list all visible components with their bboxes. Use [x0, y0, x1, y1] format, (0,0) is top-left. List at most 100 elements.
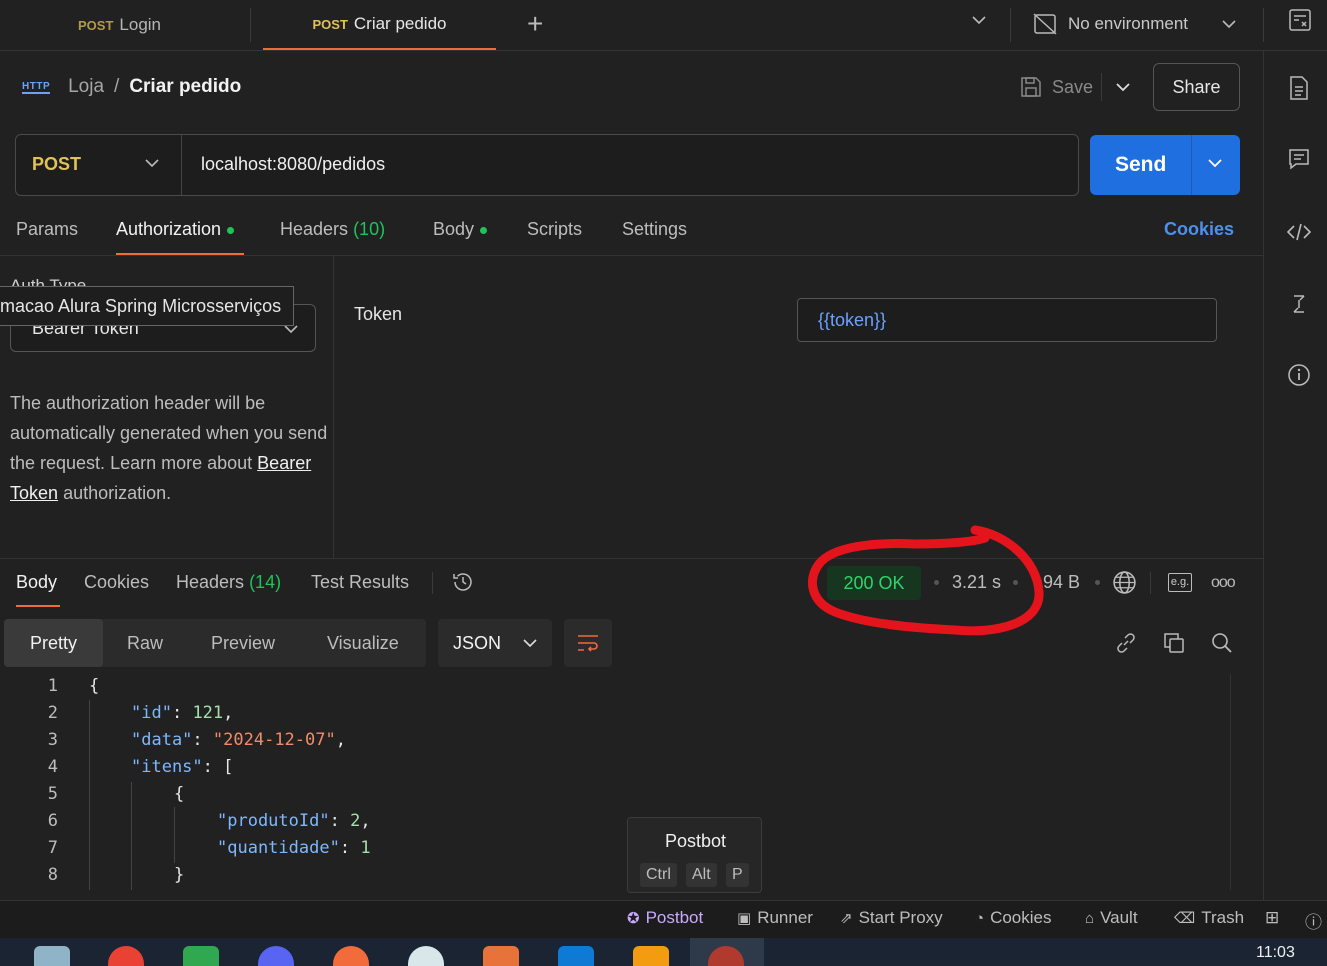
copy-link-icon[interactable]: [1114, 631, 1138, 660]
copy-icon[interactable]: [1162, 631, 1186, 660]
related-collections-icon[interactable]: [1286, 291, 1312, 317]
code-snippet-icon[interactable]: [1286, 219, 1312, 245]
network-globe-icon[interactable]: [1112, 570, 1137, 600]
line-number: 7: [47, 838, 58, 858]
share-button[interactable]: Share: [1153, 63, 1240, 111]
json-string: "2024-12-07": [212, 730, 336, 750]
tab-headers[interactable]: Headers (10): [280, 219, 385, 255]
code-line: "data": "2024-12-07",: [131, 730, 346, 750]
meta-separator: [934, 580, 939, 585]
env-divider: [1010, 8, 1011, 42]
search-icon[interactable]: [1210, 631, 1234, 660]
vscode-icon[interactable]: [558, 946, 594, 966]
tab-authorization[interactable]: Authorization: [116, 219, 244, 255]
statusbar-runner[interactable]: ▣ Runner: [737, 908, 813, 928]
cookies-link[interactable]: Cookies: [1164, 219, 1234, 255]
statusbar-start-proxy[interactable]: ⇗ Start Proxy: [840, 908, 943, 928]
method-select[interactable]: POST: [32, 154, 81, 175]
tab-divider: [250, 8, 251, 42]
taskbar-app-icon[interactable]: [34, 946, 70, 966]
proxy-icon: ⇗: [840, 910, 853, 927]
token-label: Token: [354, 304, 403, 324]
response-tab-test-results[interactable]: Test Results: [311, 572, 409, 607]
breadcrumb-collection[interactable]: Loja: [68, 76, 104, 98]
breadcrumb: HTTP Loja / Criar pedido: [22, 70, 241, 104]
sheets-icon[interactable]: [183, 946, 219, 966]
save-options-chevron-icon[interactable]: [1115, 79, 1131, 100]
shortcut-key: Alt: [686, 863, 717, 887]
response-body-editor[interactable]: 1 2 3 4 5 6 7 8 { "id": 121, "data": "20…: [0, 672, 1240, 892]
meta-separator: [1013, 580, 1018, 585]
view-raw-button[interactable]: Raw: [127, 619, 163, 667]
info-icon[interactable]: [1286, 362, 1312, 388]
statusbar-postbot[interactable]: ✪ Postbot: [627, 908, 703, 928]
response-tab-cookies[interactable]: Cookies: [84, 572, 149, 607]
help-icon[interactable]: ⓘ: [1305, 908, 1322, 933]
cookie-icon: ◔: [975, 909, 985, 927]
statusbar-cookies[interactable]: ◔ Cookies: [975, 908, 1051, 928]
trash-icon: ⌫: [1174, 910, 1196, 927]
statusbar-label: Trash: [1201, 908, 1245, 927]
tab-login[interactable]: POST Login: [78, 0, 161, 50]
response-time[interactable]: 3.21 s: [952, 572, 1001, 593]
tab-settings[interactable]: Settings: [622, 219, 687, 255]
wrap-lines-button[interactable]: [564, 619, 612, 667]
environment-quicklook-icon[interactable]: [1288, 8, 1312, 37]
code-line: "produtoId": 2,: [217, 811, 371, 831]
taskbar-app-icon[interactable]: [633, 946, 669, 966]
send-button[interactable]: Send: [1090, 135, 1240, 195]
code-line: {: [89, 676, 99, 696]
comments-icon[interactable]: [1286, 146, 1312, 172]
view-pretty-button[interactable]: Pretty: [4, 619, 103, 667]
environment-selector[interactable]: No environment: [1033, 9, 1237, 39]
page-title[interactable]: Criar pedido: [129, 76, 241, 98]
statusbar-label: Cookies: [990, 908, 1052, 927]
token-input[interactable]: {{token}}: [797, 298, 1217, 342]
chevron-down-icon[interactable]: [144, 155, 160, 171]
shortcut-key: Ctrl: [640, 863, 677, 887]
line-number: 4: [47, 757, 58, 777]
wrap-lines-icon: [578, 635, 598, 652]
taskbar-app-icon[interactable]: [483, 946, 519, 966]
tab-body[interactable]: Body: [433, 219, 488, 255]
json-brace: {: [89, 676, 100, 696]
response-tabs-divider: [432, 572, 433, 594]
view-visualize-button[interactable]: Visualize: [327, 619, 399, 667]
tab-label: Body: [433, 219, 475, 239]
tab-params[interactable]: Params: [16, 219, 78, 255]
headers-count: (14): [249, 572, 282, 592]
send-divider: [1191, 135, 1192, 195]
two-pane-view-icon[interactable]: ⊞: [1265, 908, 1279, 928]
tab-criar-pedido[interactable]: POST Criar pedido: [263, 0, 496, 50]
tab-scripts[interactable]: Scripts: [527, 219, 582, 255]
tabs-overflow-chevron-icon[interactable]: [970, 11, 988, 34]
statusbar-trash[interactable]: ⌫ Trash: [1174, 908, 1244, 928]
new-tab-plus-icon[interactable]: +: [527, 8, 543, 40]
json-brace: {: [174, 784, 185, 804]
tooltip: macao Alura Spring Microsserviços: [0, 286, 295, 326]
response-size[interactable]: 94 B: [1043, 572, 1080, 593]
json-number: 2: [350, 811, 361, 831]
no-environment-icon: [1033, 13, 1057, 35]
documentation-icon[interactable]: [1286, 75, 1312, 101]
editor-scrollbar[interactable]: [1230, 674, 1252, 890]
response-tab-headers[interactable]: Headers (14): [176, 572, 281, 607]
response-tab-body[interactable]: Body: [16, 572, 60, 607]
send-options-chevron-icon[interactable]: [1207, 155, 1223, 171]
save-label: Save: [1052, 76, 1094, 97]
tab-label: Criar pedido: [353, 14, 447, 33]
more-options-icon[interactable]: ooo: [1211, 574, 1236, 592]
status-badge[interactable]: 200 OK: [827, 566, 921, 600]
statusbar-vault[interactable]: ⌂ Vault: [1085, 908, 1138, 928]
postbot-shortcut-popover: Postbot Ctrl Alt P: [627, 817, 762, 893]
history-icon[interactable]: [451, 570, 475, 599]
save-button[interactable]: Save: [1019, 74, 1093, 100]
url-input[interactable]: localhost:8080/pedidos: [201, 154, 385, 175]
vault-icon: ⌂: [1085, 909, 1095, 927]
headers-count: (10): [353, 219, 386, 239]
language-select[interactable]: JSON: [438, 619, 552, 667]
url-bar: POST localhost:8080/pedidos: [15, 134, 1079, 196]
indent-guide: [174, 807, 175, 863]
view-preview-button[interactable]: Preview: [211, 619, 275, 667]
save-as-example-icon[interactable]: e.g.: [1168, 573, 1192, 592]
